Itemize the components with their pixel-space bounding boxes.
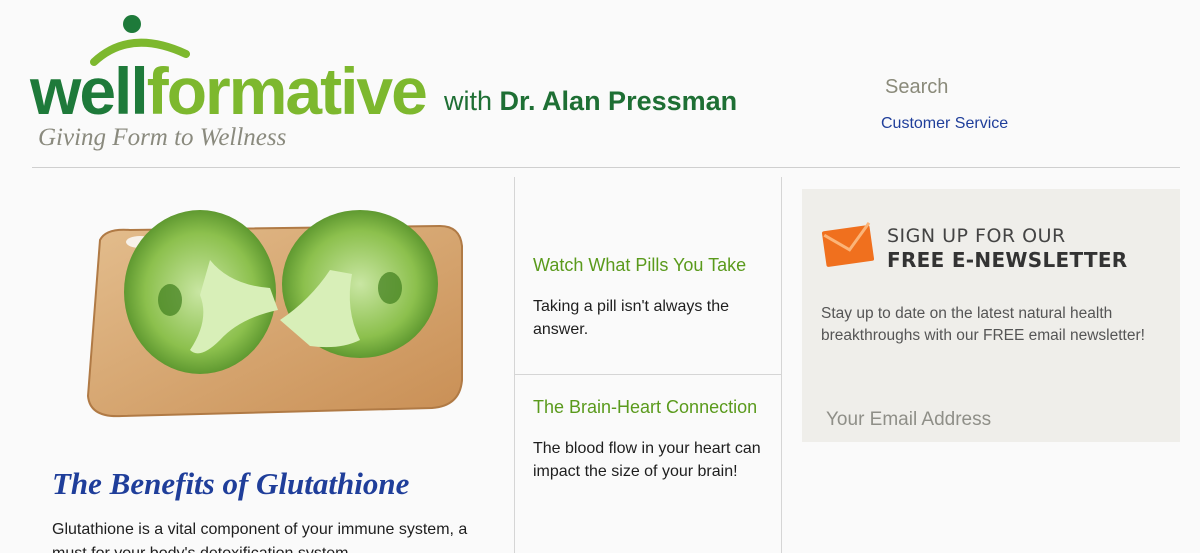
byline-author: Dr. Alan Pressman — [499, 86, 738, 116]
header-divider — [32, 167, 1180, 168]
newsletter-signup-box: SIGN UP FOR OUR FREE E-NEWSLETTER Stay u… — [802, 189, 1180, 442]
column-divider-left — [514, 177, 515, 553]
byline-prefix: with — [444, 86, 500, 116]
side-story-divider — [515, 374, 781, 375]
author-byline: with Dr. Alan Pressman — [444, 86, 737, 117]
article-hero-image[interactable] — [60, 200, 480, 430]
column-divider-right — [781, 177, 782, 553]
side-story-description: The blood flow in your heart can impact … — [533, 440, 761, 480]
logo-formative-text: formative — [146, 54, 428, 128]
article-title[interactable]: The Benefits of Glutathione — [52, 466, 409, 502]
newsletter-description: Stay up to date on the latest natural he… — [821, 305, 1145, 344]
newsletter-heading-line2: FREE E-NEWSLETTER — [887, 248, 1128, 272]
search-link[interactable]: Search — [885, 76, 948, 99]
logo-wordmark: wellformative — [30, 58, 428, 124]
side-story: The Brain-Heart Connection The blood flo… — [533, 395, 768, 483]
newsletter-heading-line1: SIGN UP FOR OUR — [887, 225, 1066, 247]
logo-well-text: well — [30, 54, 149, 128]
email-input[interactable] — [814, 403, 1168, 437]
article-excerpt: Glutathione is a vital component of your… — [52, 521, 468, 553]
side-story-description: Taking a pill isn't always the answer. — [533, 298, 730, 338]
site-logo[interactable]: wellformative — [30, 14, 450, 124]
site-header: wellformative with Dr. Alan Pressman Giv… — [0, 0, 1200, 170]
side-story-title[interactable]: Watch What Pills You Take — [533, 253, 768, 277]
side-story-title[interactable]: The Brain-Heart Connection — [533, 395, 768, 419]
side-story: Watch What Pills You Take Taking a pill … — [533, 253, 768, 341]
site-tagline: Giving Form to Wellness — [38, 124, 287, 151]
envelope-icon — [822, 222, 875, 267]
customer-service-link[interactable]: Customer Service — [881, 115, 1008, 133]
